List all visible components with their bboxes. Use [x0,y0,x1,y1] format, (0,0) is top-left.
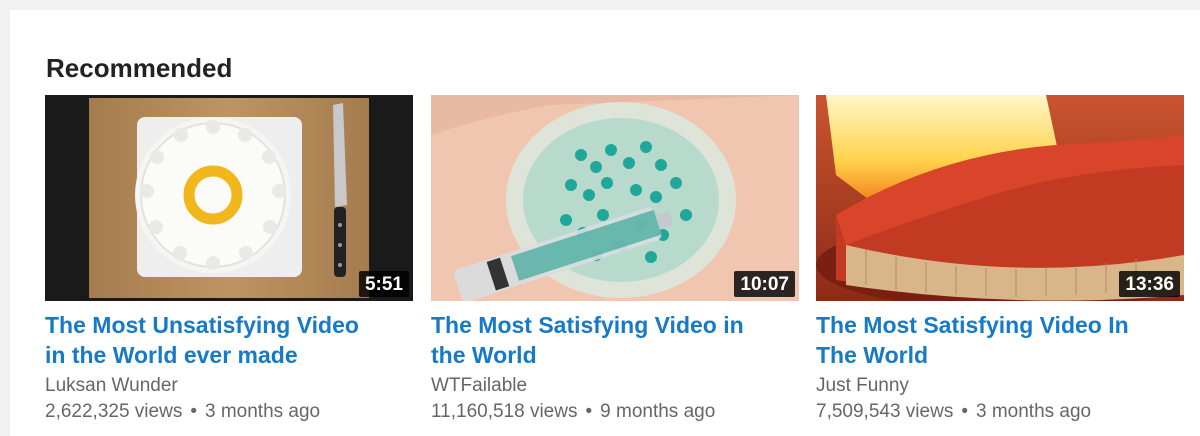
meta-separator: • [961,401,968,422]
view-count: 11,160,518 views [431,401,578,422]
video-card[interactable]: 10:07 The Most Satisfying Video in the W… [431,95,799,425]
recommended-shelf: Recommended 5:51 The Most Unsatisfying V… [10,10,1200,436]
duration-badge: 5:51 [358,271,409,297]
video-card[interactable]: 5:51 The Most Unsatisfying Video in the … [45,95,413,425]
video-card[interactable]: 13:36 The Most Satisfying Video In The W… [816,95,1184,425]
upload-age: 3 months ago [975,401,1092,422]
meta-separator: • [190,401,197,422]
duration-badge: 10:07 [734,271,795,297]
video-meta: 2,622,325 views • 3 months ago [45,400,413,423]
video-thumbnail[interactable]: 5:51 [45,95,413,301]
upload-age: 9 months ago [600,401,716,422]
duration-badge: 13:36 [1119,271,1180,297]
upload-age: 3 months ago [204,401,321,422]
video-title-link[interactable]: The Most Satisfying Video in the World [431,310,771,370]
video-meta: 11,160,518 views • 9 months ago [431,400,799,423]
video-thumbnail[interactable]: 13:36 [816,95,1184,301]
video-title-link[interactable]: The Most Unsatisfying Video in the World… [45,310,385,370]
channel-name[interactable]: Just Funny [816,374,1184,397]
section-title: Recommended [46,53,233,83]
meta-separator: • [585,401,593,422]
cake-thumbnail-image [45,95,413,301]
video-thumbnail[interactable]: 10:07 [431,95,799,301]
video-title-link[interactable]: The Most Satisfying Video In The World [816,310,1156,370]
view-count: 7,509,543 views [816,401,954,422]
view-count: 2,622,325 views [45,401,183,422]
channel-name[interactable]: Luksan Wunder [45,374,413,397]
video-meta: 7,509,543 views • 3 months ago [816,400,1184,423]
channel-name[interactable]: WTFailable [431,374,799,397]
